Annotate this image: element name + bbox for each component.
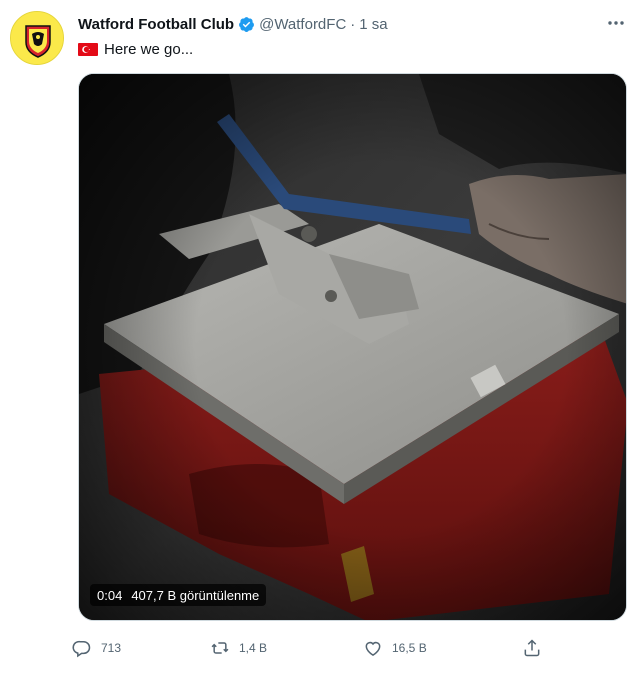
share-icon — [524, 639, 540, 657]
tweet-text-content: Here we go... — [104, 40, 194, 58]
turkey-flag-icon — [78, 42, 98, 56]
author-name[interactable]: Watford Football Club — [78, 16, 234, 33]
verified-badge-icon — [239, 16, 255, 32]
more-dots-icon[interactable] — [606, 16, 626, 30]
retweet-icon — [211, 642, 229, 654]
tweet-actions: 713 1,4 B 16,5 B — [72, 636, 552, 660]
video-frame — [79, 74, 626, 620]
video-player[interactable]: 0:04 407,7 B görüntülenme — [78, 73, 627, 621]
tweet-text: Here we go... — [78, 39, 193, 59]
avatar[interactable] — [10, 11, 64, 65]
like-button[interactable]: 16,5 B — [363, 636, 427, 660]
reply-icon — [72, 640, 91, 658]
retweet-button[interactable]: 1,4 B — [210, 636, 267, 660]
video-views: 407,7 B görüntülenme — [131, 587, 260, 603]
author-handle[interactable]: @WatfordFC — [259, 16, 346, 33]
video-info-overlay: 0:04 407,7 B görüntülenme — [90, 584, 267, 606]
separator-dot: · — [350, 15, 356, 33]
like-icon — [365, 641, 381, 656]
tweet-time[interactable]: 1 sa — [359, 16, 387, 33]
tweet-header: Watford Football Club @WatfordFC · 1 sa — [78, 14, 388, 34]
like-count: 16,5 B — [392, 641, 427, 655]
reply-button[interactable]: 713 — [72, 636, 121, 660]
reply-count: 713 — [101, 641, 122, 655]
share-button[interactable] — [522, 636, 551, 660]
watford-crest-logo — [11, 12, 63, 64]
video-timestamp: 0:04 — [97, 587, 123, 603]
retweet-count: 1,4 B — [239, 641, 268, 655]
